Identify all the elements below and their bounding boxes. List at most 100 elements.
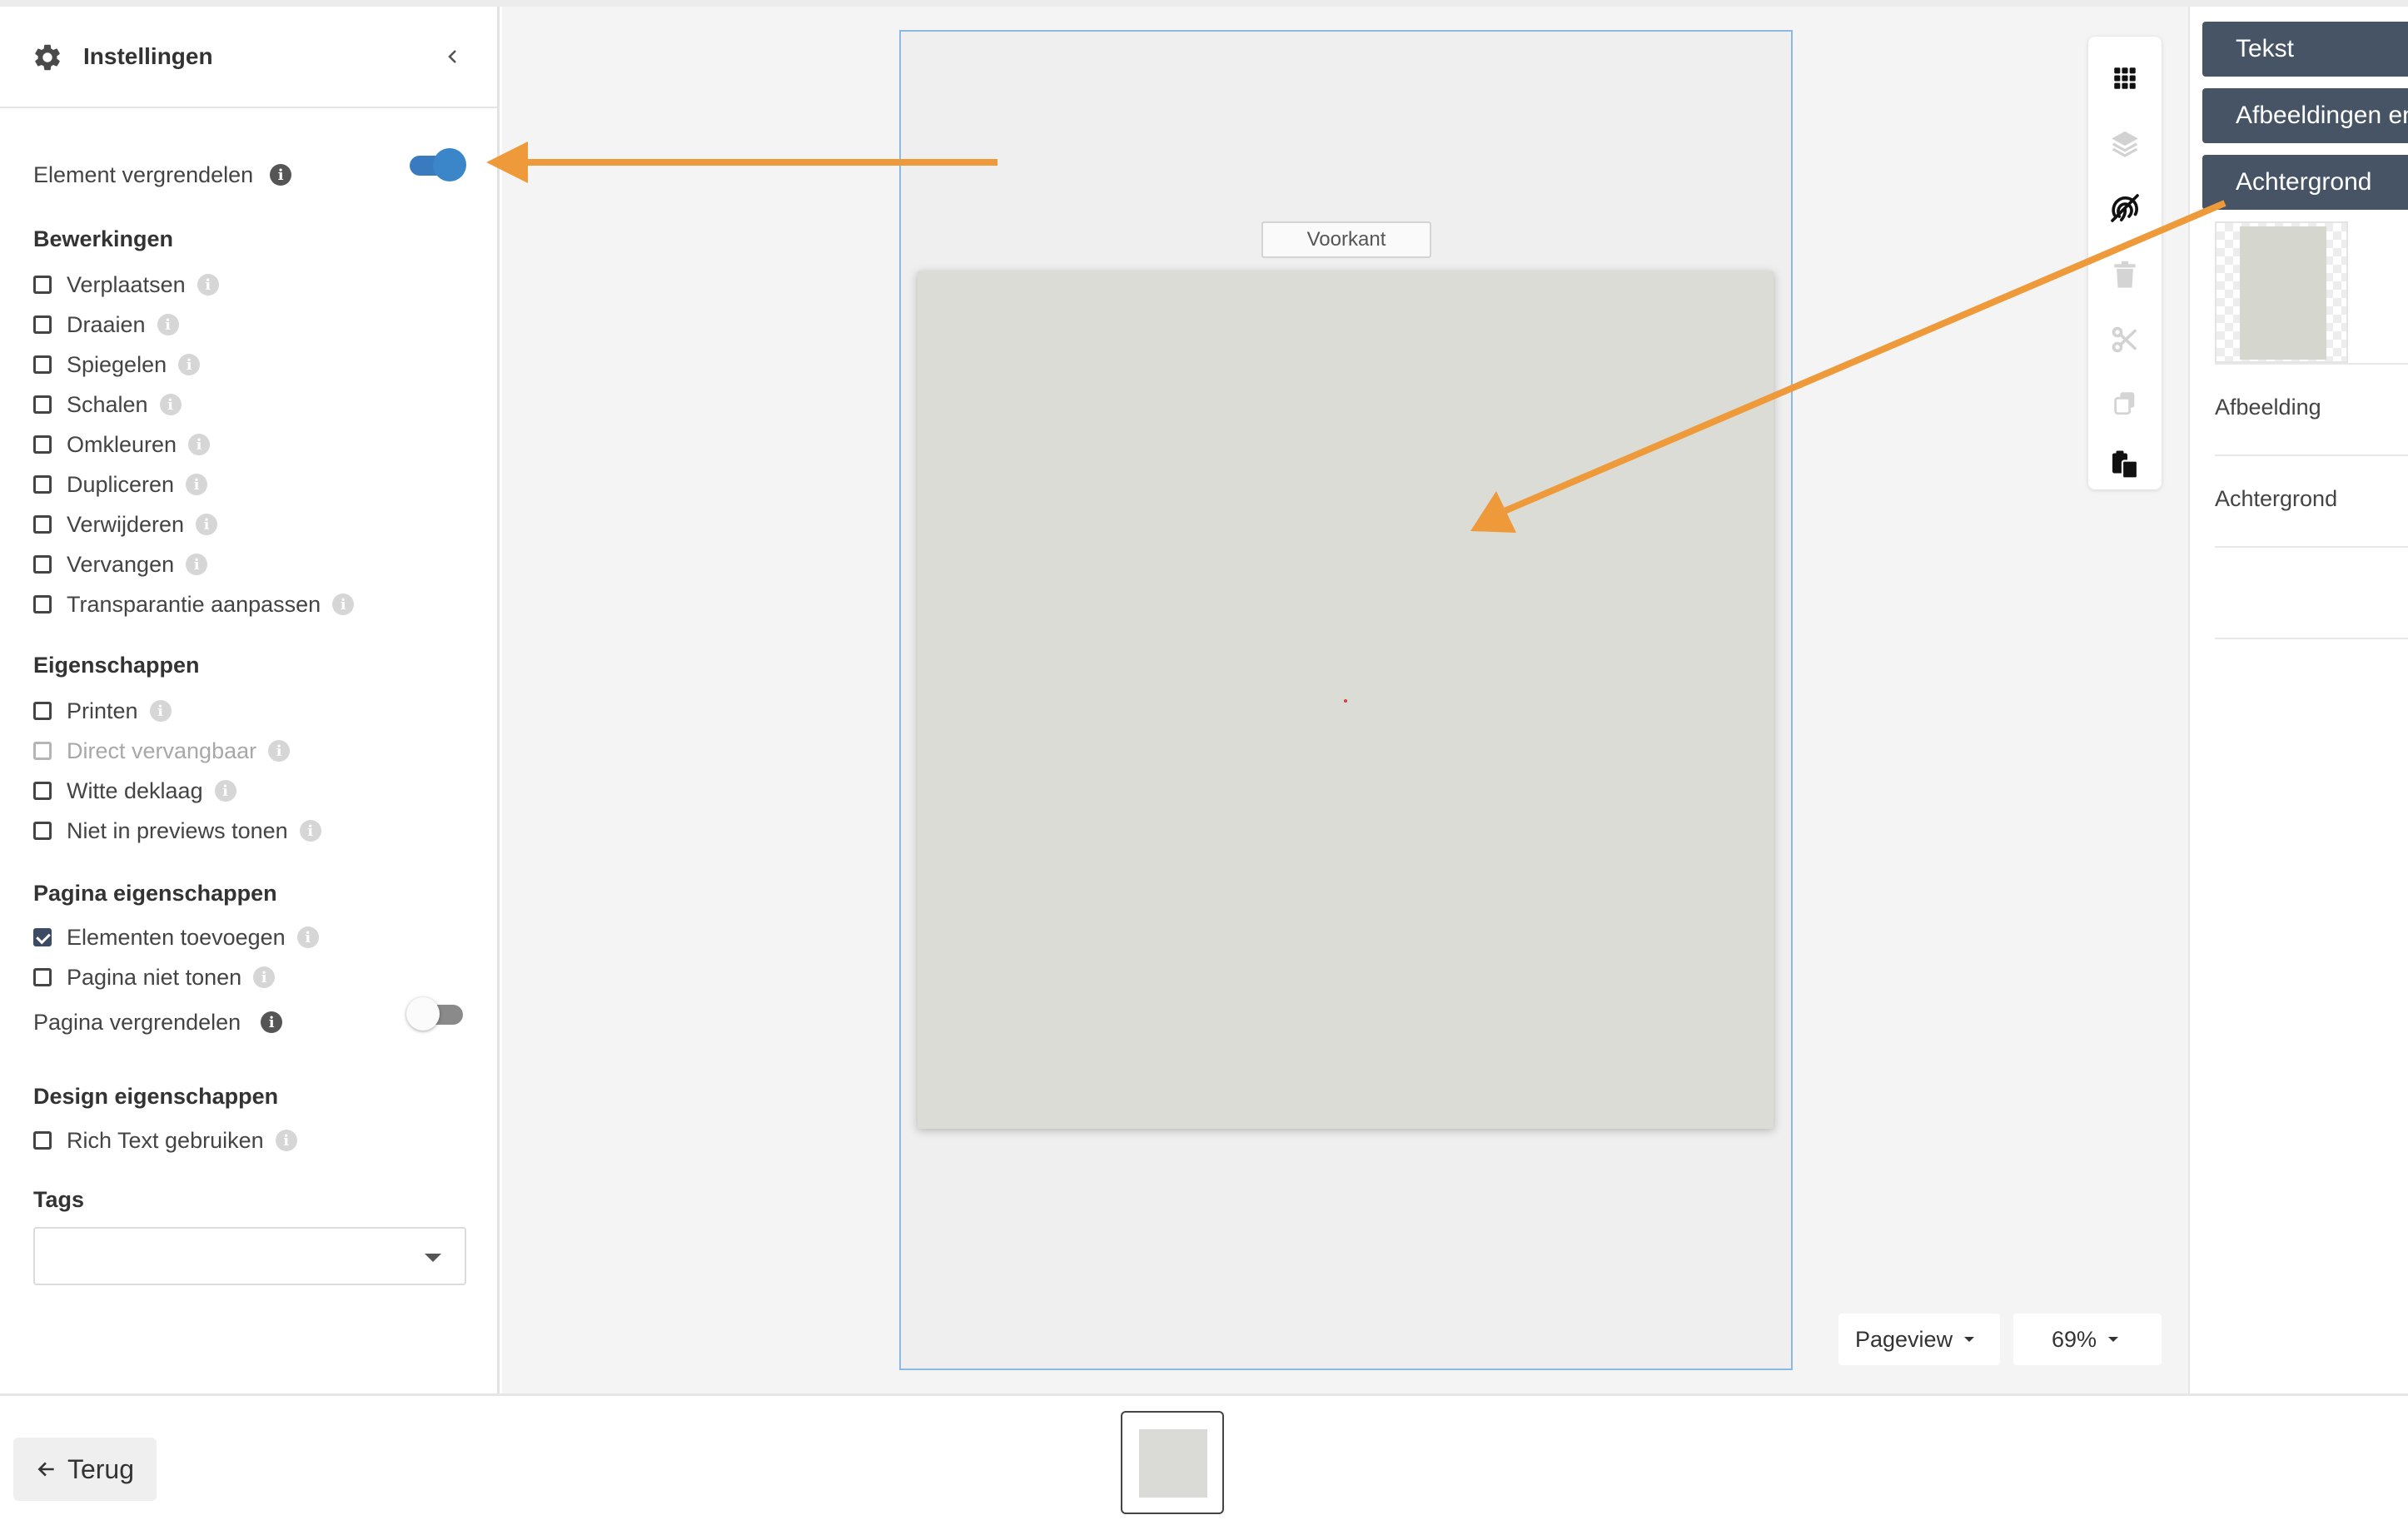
panel-item-achtergrond[interactable]: Achtergrond [2215, 486, 2337, 512]
checkbox-row-direct-vervangbaar: Direct vervangbaar i [33, 734, 291, 767]
element-lock-row: Element vergrendelen i [33, 158, 292, 191]
divider [2215, 455, 2408, 456]
info-icon[interactable]: i [157, 314, 179, 335]
grid-icon[interactable] [2100, 53, 2150, 103]
zoom-dropdown[interactable]: 69% [2013, 1314, 2162, 1365]
checkbox-row-draaien[interactable]: Draaien i [33, 308, 179, 341]
info-icon[interactable]: i [270, 164, 292, 186]
checkbox-checked[interactable] [33, 928, 52, 946]
paste-icon-svg [2112, 450, 2139, 479]
checkbox[interactable] [33, 395, 52, 414]
checkbox-row-omkleuren[interactable]: Omkleuren i [33, 428, 211, 461]
checkbox-row-transparantie[interactable]: Transparantie aanpassen i [33, 588, 355, 621]
section-heading-design-eigenschappen: Design eigenschappen [33, 1084, 279, 1109]
info-icon[interactable]: i [186, 554, 208, 575]
tab-achtergrond[interactable]: Achtergrond [2202, 155, 2408, 210]
toggle-knob [406, 997, 440, 1031]
checkbox[interactable] [33, 515, 52, 534]
grid-icon-svg [2114, 67, 2136, 89]
checkbox[interactable] [33, 702, 52, 720]
checkbox-label: Verplaatsen [67, 271, 186, 297]
checkbox[interactable] [33, 276, 52, 294]
chevron-left-icon[interactable] [440, 42, 465, 72]
page-thumbnail[interactable] [1121, 1411, 1224, 1514]
checkbox[interactable] [33, 968, 52, 986]
checkbox-label: Vervangen [67, 551, 175, 577]
info-icon[interactable]: i [268, 740, 291, 762]
page-lock-toggle[interactable] [406, 997, 466, 1031]
settings-header: Instellingen [0, 7, 497, 108]
gear-icon [35, 44, 60, 71]
pageview-dropdown[interactable]: Pageview [1838, 1314, 2000, 1365]
info-icon[interactable]: i [253, 966, 276, 988]
checkbox[interactable] [33, 475, 52, 494]
info-icon[interactable]: i [275, 1130, 297, 1151]
checkbox[interactable] [33, 595, 52, 613]
checkbox[interactable] [33, 822, 52, 840]
section-heading-bewerkingen: Bewerkingen [33, 226, 174, 251]
info-icon[interactable]: i [261, 1011, 283, 1033]
checkbox-row-elementen-toevoegen[interactable]: Elementen toevoegen i [33, 921, 319, 954]
back-label: Terug [67, 1453, 135, 1484]
tab-afbeeldingen[interactable]: Afbeeldingen en [2202, 88, 2408, 143]
info-icon[interactable]: i [149, 700, 172, 722]
top-divider [0, 0, 2408, 7]
checkbox-row-spiegelen[interactable]: Spiegelen i [33, 348, 201, 381]
zoom-label: 69% [2052, 1326, 2097, 1352]
caret-down-icon [1964, 1337, 1975, 1342]
pageview-label: Pageview [1855, 1326, 1953, 1352]
layers-icon[interactable] [2100, 118, 2150, 168]
info-icon[interactable]: i [186, 474, 208, 495]
checkbox-row-niet-in-previews[interactable]: Niet in previews tonen i [33, 814, 321, 847]
copy-icon[interactable] [2100, 378, 2150, 428]
trash-icon[interactable] [2100, 250, 2150, 300]
checkbox-row-pagina-niet-tonen[interactable]: Pagina niet tonen i [33, 961, 276, 994]
section-heading-eigenschappen: Eigenschappen [33, 653, 200, 678]
fingerprint-icon[interactable] [2100, 183, 2150, 233]
checkbox-row-printen[interactable]: Printen i [33, 694, 172, 728]
checkbox-label: Niet in previews tonen [67, 817, 288, 843]
info-icon[interactable]: i [197, 274, 219, 296]
info-icon[interactable]: i [296, 926, 319, 948]
checkbox-label: Draaien [67, 311, 146, 337]
section-heading-pagina-eigenschappen: Pagina eigenschappen [33, 881, 277, 906]
checkbox[interactable] [33, 555, 52, 574]
checkbox-row-schalen[interactable]: Schalen i [33, 388, 182, 421]
panel-item-afbeelding[interactable]: Afbeelding [2215, 395, 2321, 420]
element-lock-label: Element vergrendelen [33, 161, 254, 187]
checkbox [33, 742, 52, 760]
checkbox-row-rich-text[interactable]: Rich Text gebruiken i [33, 1124, 297, 1157]
page-thumbnail-image [1139, 1429, 1207, 1498]
checkbox-row-verwijderen[interactable]: Verwijderen i [33, 508, 218, 541]
checkbox[interactable] [33, 435, 52, 454]
checkbox-row-vervangen[interactable]: Vervangen i [33, 548, 208, 581]
element-lock-toggle[interactable] [406, 148, 466, 181]
info-icon[interactable]: i [159, 394, 182, 415]
info-icon[interactable]: i [299, 820, 321, 842]
background-thumbnail[interactable] [2215, 221, 2348, 363]
divider [2215, 363, 2408, 365]
checkbox-label: Dupliceren [67, 471, 175, 497]
paste-icon[interactable] [2100, 440, 2150, 489]
info-icon[interactable]: i [214, 780, 236, 802]
checkbox[interactable] [33, 355, 52, 374]
checkbox[interactable] [33, 1131, 52, 1150]
info-icon[interactable]: i [188, 434, 211, 455]
divider [2215, 546, 2408, 548]
back-button[interactable]: Terug [13, 1438, 157, 1501]
checkbox-row-witte-deklaag[interactable]: Witte deklaag i [33, 774, 236, 807]
checkbox[interactable] [33, 315, 52, 334]
element-toolbar [2088, 37, 2162, 489]
checkbox[interactable] [33, 782, 52, 800]
scissors-icon[interactable] [2100, 315, 2150, 365]
info-icon[interactable]: i [332, 594, 355, 615]
checkbox-row-verplaatsen[interactable]: Verplaatsen i [33, 268, 219, 301]
tab-tekst[interactable]: Tekst [2202, 22, 2408, 77]
tags-select[interactable] [33, 1227, 466, 1285]
design-canvas[interactable] [918, 271, 1774, 1129]
info-icon[interactable]: i [196, 514, 218, 535]
side-label[interactable]: Voorkant [1261, 221, 1431, 258]
scissors-icon-svg [2112, 326, 2137, 353]
checkbox-row-dupliceren[interactable]: Dupliceren i [33, 468, 208, 501]
info-icon[interactable]: i [178, 354, 201, 375]
